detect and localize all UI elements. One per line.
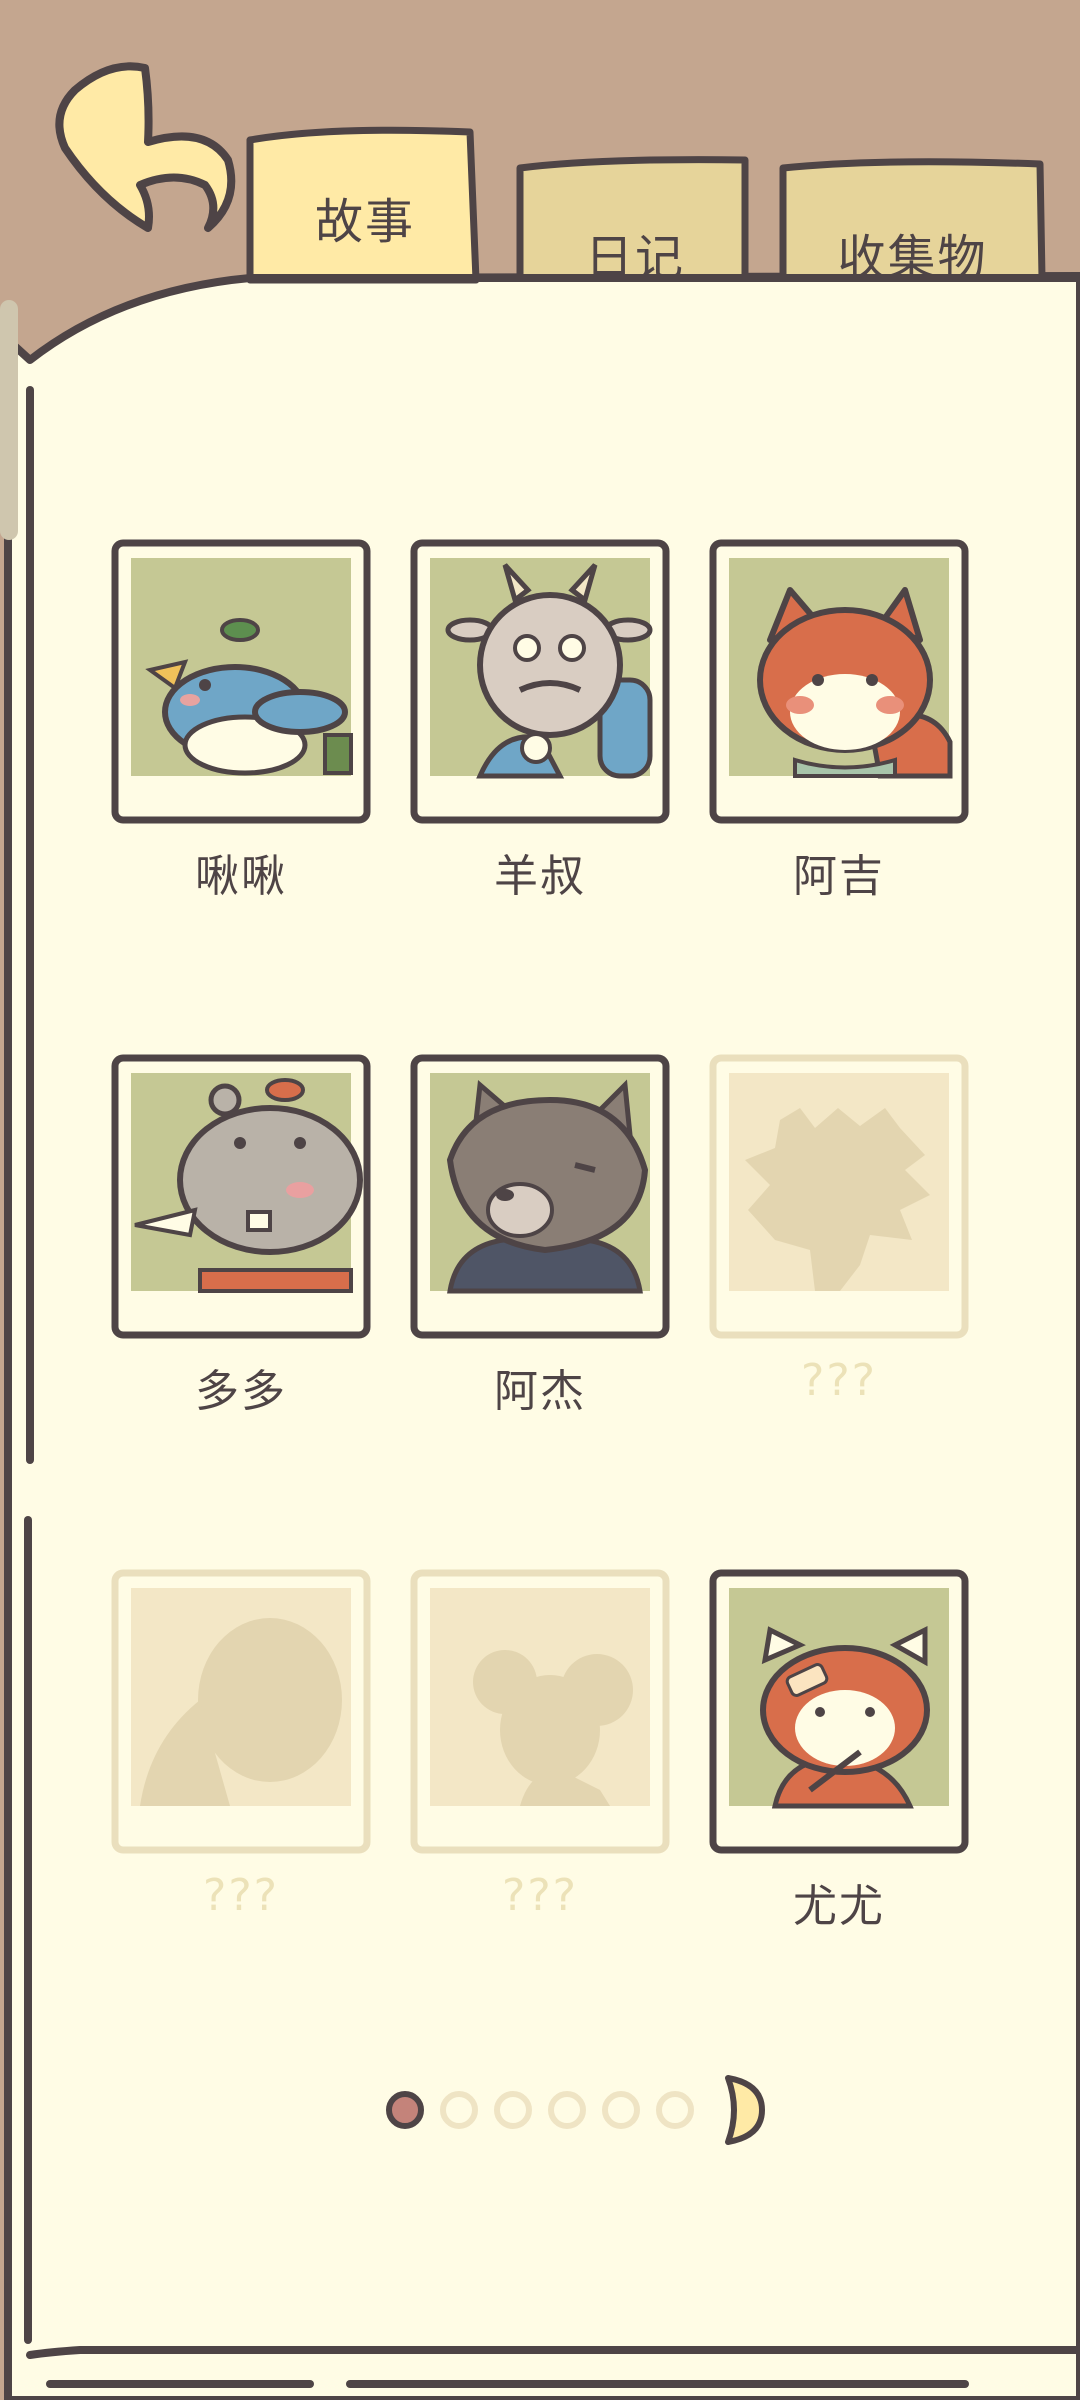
tab-collection-label: 收集物 bbox=[837, 230, 988, 286]
page-dot-2[interactable] bbox=[440, 2091, 478, 2129]
page-dot-6[interactable] bbox=[656, 2091, 694, 2129]
page-dot-4[interactable] bbox=[548, 2091, 586, 2129]
page-dot-1[interactable] bbox=[386, 2091, 424, 2129]
character-card-7[interactable] bbox=[111, 1569, 371, 1854]
character-name-5: 阿杰 bbox=[494, 1366, 586, 1417]
character-card-4[interactable] bbox=[111, 1054, 371, 1339]
tab-story-label: 故事 bbox=[314, 194, 415, 250]
wolf-portrait-icon bbox=[446, 1079, 649, 1294]
character-name-7: ??? bbox=[202, 1870, 280, 1921]
tab-diary-label: 日记 bbox=[584, 230, 685, 286]
back-arrow-icon[interactable] bbox=[55, 62, 236, 232]
character-card-1[interactable] bbox=[111, 539, 371, 824]
screen: 故事 日记 收集物 啾啾 羊叔 阿吉 多多 阿杰 ??? ??? ??? 尤尤 bbox=[0, 0, 1080, 2400]
character-name-4: 多多 bbox=[195, 1366, 287, 1417]
character-name-3: 阿吉 bbox=[793, 851, 885, 902]
character-card-8[interactable] bbox=[410, 1569, 670, 1854]
character-card-3[interactable] bbox=[709, 539, 969, 824]
character-name-6: ??? bbox=[800, 1355, 878, 1406]
character-name-8: ??? bbox=[501, 1870, 579, 1921]
page-dot-3[interactable] bbox=[494, 2091, 532, 2129]
character-card-2[interactable] bbox=[410, 539, 670, 824]
character-card-9[interactable] bbox=[709, 1569, 969, 1854]
character-name-9: 尤尤 bbox=[793, 1881, 885, 1932]
scene-svg bbox=[0, 62, 1080, 2400]
character-card-5[interactable] bbox=[410, 1054, 670, 1339]
scroll-indicator[interactable] bbox=[0, 300, 18, 540]
character-name-1: 啾啾 bbox=[195, 851, 287, 902]
character-card-6[interactable] bbox=[709, 1054, 969, 1339]
page-dot-5[interactable] bbox=[602, 2091, 640, 2129]
character-name-2: 羊叔 bbox=[494, 851, 586, 902]
